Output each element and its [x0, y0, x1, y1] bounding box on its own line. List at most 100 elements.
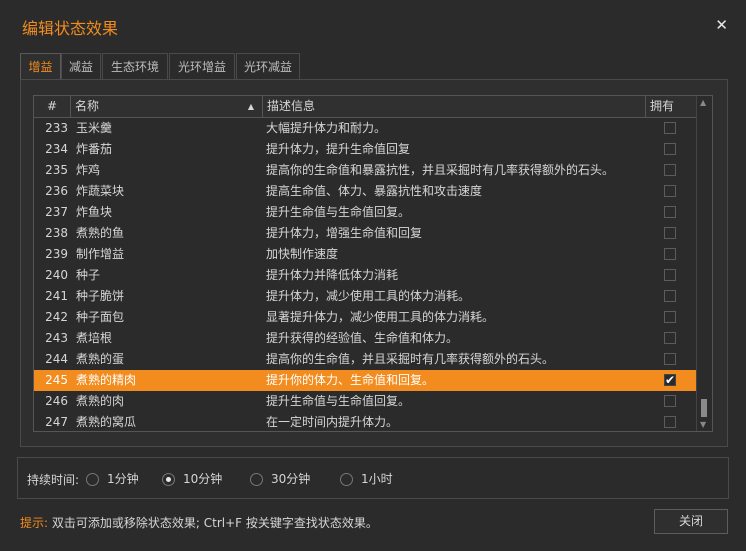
- radio-icon: [340, 473, 353, 486]
- owned-checkbox[interactable]: [664, 164, 676, 176]
- hint-label: 提示:: [20, 516, 49, 530]
- effect-description: 提高生命值、体力、暴露抗性和攻击速度: [266, 184, 483, 198]
- owned-checkbox[interactable]: [664, 122, 676, 134]
- radio-label: 1分钟: [107, 472, 139, 486]
- row-number: 238: [45, 226, 68, 240]
- duration-option-1-minute[interactable]: 1分钟: [86, 471, 139, 487]
- owned-checkbox[interactable]: [664, 185, 676, 197]
- table-row[interactable]: 241 种子脆饼 提升体力，减少使用工具的体力消耗。: [34, 286, 698, 307]
- effect-name: 煮熟的蛋: [76, 352, 125, 366]
- table-row[interactable]: 234 炸番茄 提升体力，提升生命值回复: [34, 139, 698, 160]
- owned-checkbox[interactable]: [664, 332, 676, 344]
- row-number: 246: [45, 394, 68, 408]
- effect-description: 提升生命值与生命值回复。: [266, 394, 411, 408]
- radio-icon: [250, 473, 263, 486]
- table-row[interactable]: 242 种子面包 显著提升体力，减少使用工具的体力消耗。: [34, 307, 698, 328]
- table-row[interactable]: 236 炸蔬菜块 提高生命值、体力、暴露抗性和攻击速度: [34, 181, 698, 202]
- owned-checkbox[interactable]: [664, 269, 676, 281]
- duration-option-10-minutes[interactable]: 10分钟: [162, 471, 222, 487]
- row-number: 237: [45, 205, 68, 219]
- effect-name: 炸番茄: [76, 142, 113, 156]
- scroll-down-icon[interactable]: ▼: [700, 420, 706, 429]
- owned-checkbox[interactable]: [664, 248, 676, 260]
- effect-description: 提升体力，减少使用工具的体力消耗。: [266, 289, 471, 303]
- duration-group: 持续时间: 1分钟 10分钟 30分钟 1小时: [17, 457, 729, 499]
- row-number: 235: [45, 163, 68, 177]
- tab-buffs[interactable]: 增益: [20, 53, 61, 81]
- owned-checkbox[interactable]: [664, 143, 676, 155]
- row-number: 244: [45, 352, 68, 366]
- effect-description: 大幅提升体力和耐力。: [266, 121, 387, 135]
- owned-checkbox[interactable]: [664, 353, 676, 365]
- effect-description: 提升获得的经验值、生命值和体力。: [266, 331, 459, 345]
- owned-checkbox-checked[interactable]: ✔: [664, 374, 676, 386]
- row-number: 242: [45, 310, 68, 324]
- effect-name: 煮熟的窝瓜: [76, 415, 137, 429]
- status-effects-table[interactable]: # 名称 ▲ 描述信息 拥有 233 玉米羹 大幅提升体力和耐力。 234 炸番茄 提升体…: [33, 95, 713, 432]
- effect-description: 提升你的体力、生命值和回复。: [266, 373, 435, 387]
- effect-description: 显著提升体力，减少使用工具的体力消耗。: [266, 310, 495, 324]
- effect-name: 制作增益: [76, 247, 125, 261]
- radio-label: 10分钟: [183, 472, 223, 486]
- effect-name: 种子: [76, 268, 101, 282]
- effect-name: 煮熟的精肉: [76, 373, 137, 387]
- row-number: 241: [45, 289, 68, 303]
- vertical-scrollbar[interactable]: ▲ ▼: [696, 96, 712, 431]
- close-button[interactable]: 关闭: [654, 509, 728, 534]
- radio-label: 1小时: [361, 472, 393, 486]
- table-row[interactable]: 244 煮熟的蛋 提高你的生命值，并且采掘时有几率获得额外的石头。: [34, 349, 698, 370]
- row-number: 247: [45, 415, 68, 429]
- table-row[interactable]: 237 炸鱼块 提升生命值与生命值回复。: [34, 202, 698, 223]
- row-number: 245: [45, 373, 68, 387]
- scrollbar-thumb[interactable]: [701, 399, 707, 417]
- column-header-number[interactable]: #: [34, 96, 71, 117]
- column-header-name[interactable]: 名称 ▲: [71, 96, 263, 117]
- table-row[interactable]: 238 煮熟的鱼 提升体力，增强生命值和回复: [34, 223, 698, 244]
- sort-ascending-icon: ▲: [247, 102, 254, 111]
- tab-debuffs[interactable]: 减益: [61, 53, 101, 79]
- row-number: 240: [45, 268, 68, 282]
- table-row[interactable]: 247 煮熟的窝瓜 在一定时间内提升体力。: [34, 412, 698, 431]
- duration-option-30-minutes[interactable]: 30分钟: [250, 471, 310, 487]
- row-number: 233: [45, 121, 68, 135]
- radio-selected-icon: [162, 473, 175, 486]
- row-number: 234: [45, 142, 68, 156]
- column-header-description[interactable]: 描述信息: [263, 96, 646, 117]
- table-row[interactable]: 245 煮熟的精肉 提升你的体力、生命值和回复。 ✔: [34, 370, 698, 391]
- owned-checkbox[interactable]: [664, 416, 676, 428]
- table-row[interactable]: 243 煮培根 提升获得的经验值、生命值和体力。: [34, 328, 698, 349]
- hint-message: 双击可添加或移除状态效果; Ctrl+F 按关键字查找状态效果。: [51, 516, 378, 530]
- table-row[interactable]: 246 煮熟的肉 提升生命值与生命值回复。: [34, 391, 698, 412]
- close-icon[interactable]: ✕: [715, 16, 728, 34]
- effect-description: 加快制作速度: [266, 247, 339, 261]
- title-bar: 编辑状态效果 ✕: [0, 0, 746, 50]
- column-header-name-label: 名称: [75, 99, 100, 113]
- column-header-owned[interactable]: 拥有: [646, 96, 698, 117]
- effect-description: 提高你的生命值和暴露抗性，并且采掘时有几率获得额外的石头。: [266, 163, 615, 177]
- row-number: 236: [45, 184, 68, 198]
- row-number: 243: [45, 331, 68, 345]
- effect-name: 炸蔬菜块: [76, 184, 125, 198]
- effect-name: 煮熟的肉: [76, 394, 125, 408]
- owned-checkbox[interactable]: [664, 311, 676, 323]
- effect-name: 种子面包: [76, 310, 125, 324]
- table-row[interactable]: 239 制作增益 加快制作速度: [34, 244, 698, 265]
- owned-checkbox[interactable]: [664, 395, 676, 407]
- table-row[interactable]: 240 种子 提升体力并降低体力消耗: [34, 265, 698, 286]
- duration-option-1-hour[interactable]: 1小时: [340, 471, 393, 487]
- effect-description: 提升体力，提升生命值回复: [266, 142, 411, 156]
- effect-description: 在一定时间内提升体力。: [266, 415, 399, 429]
- owned-checkbox[interactable]: [664, 290, 676, 302]
- owned-checkbox[interactable]: [664, 206, 676, 218]
- table-row[interactable]: 233 玉米羹 大幅提升体力和耐力。: [34, 118, 698, 139]
- owned-checkbox[interactable]: [664, 227, 676, 239]
- tab-environment[interactable]: 生态环境: [102, 53, 168, 79]
- effect-description: 提升体力，增强生命值和回复: [266, 226, 423, 240]
- effect-description: 提高你的生命值，并且采掘时有几率获得额外的石头。: [266, 352, 555, 366]
- tab-aura-debuffs[interactable]: 光环减益: [236, 53, 300, 79]
- scroll-up-icon[interactable]: ▲: [700, 98, 706, 107]
- table-row[interactable]: 235 炸鸡 提高你的生命值和暴露抗性，并且采掘时有几率获得额外的石头。: [34, 160, 698, 181]
- effect-name: 煮熟的鱼: [76, 226, 125, 240]
- tab-aura-buffs[interactable]: 光环增益: [169, 53, 235, 79]
- effect-name: 炸鸡: [76, 163, 101, 177]
